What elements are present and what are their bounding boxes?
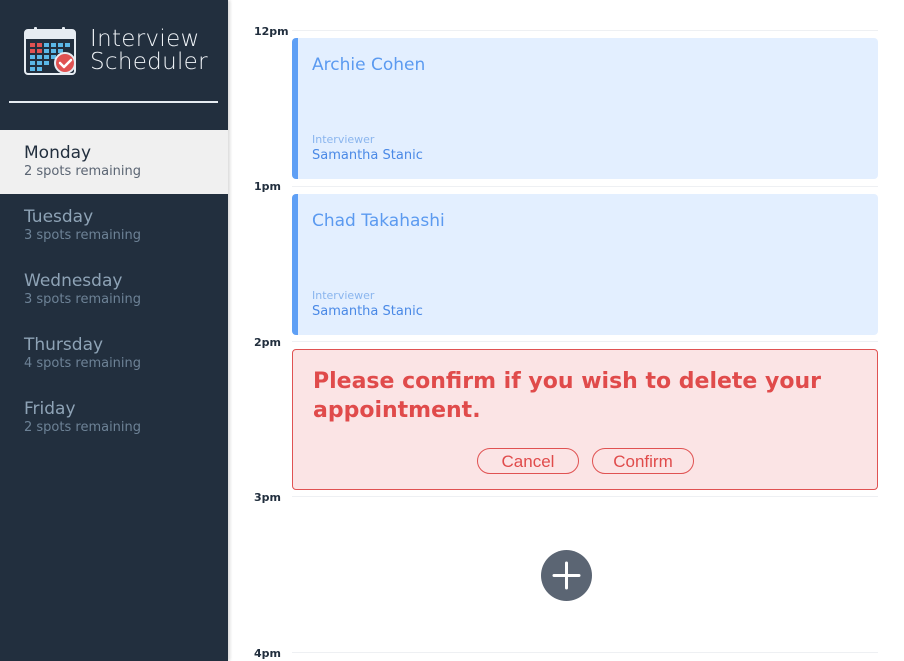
calendar-check-icon	[24, 27, 76, 75]
interviewer-label: Interviewer	[312, 289, 375, 302]
day-item-tuesday[interactable]: Tuesday 3 spots remaining	[0, 194, 228, 258]
day-spots: 3 spots remaining	[24, 228, 142, 243]
time-label-4pm: 4pm	[254, 647, 281, 660]
appointment-card[interactable]: Archie Cohen Interviewer Samantha Stanic	[292, 38, 878, 179]
app-title-line1: Interview	[90, 26, 200, 52]
time-label-12pm: 12pm	[254, 25, 289, 38]
time-label-1pm: 1pm	[254, 180, 281, 193]
app-title: Interview Scheduler	[90, 28, 208, 74]
day-name: Thursday	[24, 335, 104, 355]
day-spots: 2 spots remaining	[24, 420, 142, 435]
day-spots: 4 spots remaining	[24, 356, 142, 371]
appointment-student: Chad Takahashi	[312, 211, 445, 231]
hour-divider	[292, 341, 878, 342]
appointment-card[interactable]: Chad Takahashi Interviewer Samantha Stan…	[292, 194, 878, 335]
interviewer-name: Samantha Stanic	[312, 304, 423, 319]
confirm-button[interactable]: Confirm	[592, 448, 694, 474]
day-name: Friday	[24, 399, 76, 419]
time-label-2pm: 2pm	[254, 336, 281, 349]
cancel-button[interactable]: Cancel	[477, 448, 579, 474]
day-spots: 2 spots remaining	[24, 164, 142, 179]
day-name: Wednesday	[24, 271, 123, 291]
app-title-line2: Scheduler	[90, 49, 208, 75]
day-item-monday[interactable]: Monday 2 spots remaining	[0, 130, 228, 194]
day-item-friday[interactable]: Friday 2 spots remaining	[0, 386, 228, 450]
hour-divider	[292, 186, 878, 187]
appointment-student: Archie Cohen	[312, 55, 426, 75]
schedule: 12pm Archie Cohen Interviewer Samantha S…	[228, 0, 904, 661]
day-item-thursday[interactable]: Thursday 4 spots remaining	[0, 322, 228, 386]
day-spots: 3 spots remaining	[24, 292, 142, 307]
day-name: Tuesday	[24, 207, 94, 227]
time-label-3pm: 3pm	[254, 491, 281, 504]
confirm-message: Please confirm if you wish to delete you…	[313, 369, 821, 423]
sidebar: Interview Scheduler Monday 2 spots remai…	[0, 0, 228, 661]
day-list: Monday 2 spots remaining Tuesday 3 spots…	[0, 130, 228, 450]
interviewer-name: Samantha Stanic	[312, 148, 423, 163]
day-item-wednesday[interactable]: Wednesday 3 spots remaining	[0, 258, 228, 322]
hour-divider	[292, 652, 878, 653]
hour-divider	[292, 30, 878, 31]
plus-icon	[552, 561, 581, 590]
delete-confirm-dialog: Please confirm if you wish to delete you…	[292, 349, 878, 490]
day-name: Monday	[24, 143, 92, 163]
interviewer-label: Interviewer	[312, 133, 375, 146]
add-appointment-button[interactable]	[541, 550, 592, 601]
hour-divider	[292, 496, 878, 497]
sidebar-divider	[9, 101, 218, 103]
